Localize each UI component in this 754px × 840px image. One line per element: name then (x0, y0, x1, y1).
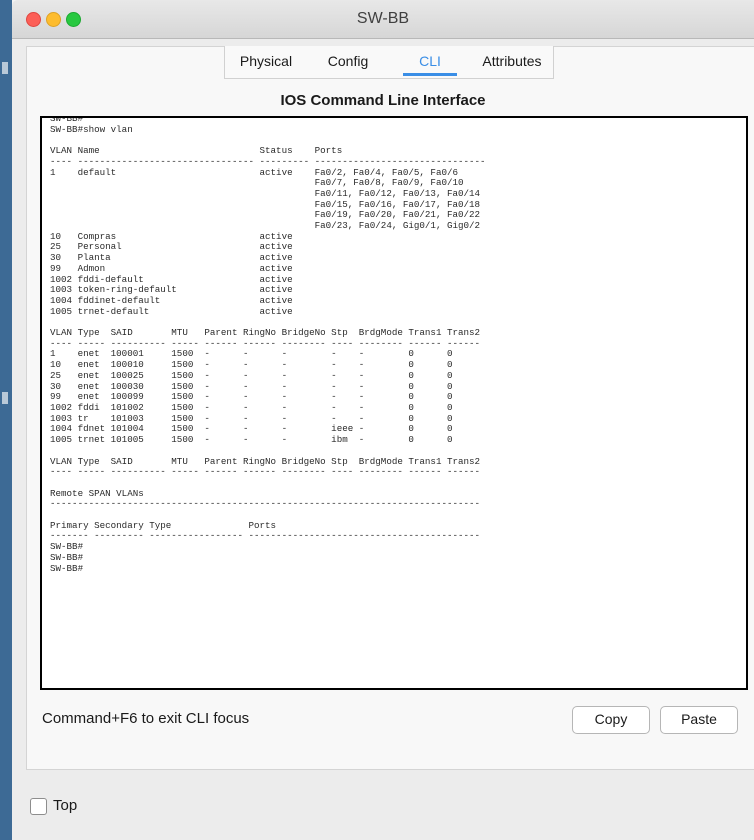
top-checkbox-label: Top (53, 797, 78, 814)
tab-cli[interactable]: CLI (389, 46, 471, 78)
exit-focus-hint: Command+F6 to exit CLI focus (42, 710, 250, 727)
device-window: SW-BB Physical Config CLI Attributes IOS… (12, 0, 754, 840)
cli-heading: IOS Command Line Interface (280, 92, 486, 109)
terminal-output[interactable]: SW-BB# SW-BB#show vlan VLAN Name Status … (42, 118, 746, 574)
desktop-background (0, 0, 12, 840)
window-title: SW-BB (356, 10, 410, 27)
title-bar: SW-BB (12, 0, 754, 39)
copy-button[interactable]: Copy (572, 706, 650, 734)
tab-bar: Physical Config CLI Attributes (224, 46, 554, 79)
tab-config[interactable]: Config (307, 46, 389, 78)
paste-button[interactable]: Paste (660, 706, 738, 734)
desktop-edge-mark (2, 62, 8, 74)
tab-physical[interactable]: Physical (225, 46, 307, 78)
top-checkbox[interactable] (30, 798, 47, 815)
cli-terminal[interactable]: SW-BB# SW-BB#show vlan VLAN Name Status … (40, 116, 748, 690)
tab-attributes[interactable]: Attributes (471, 46, 553, 78)
desktop-edge-mark (2, 392, 8, 404)
